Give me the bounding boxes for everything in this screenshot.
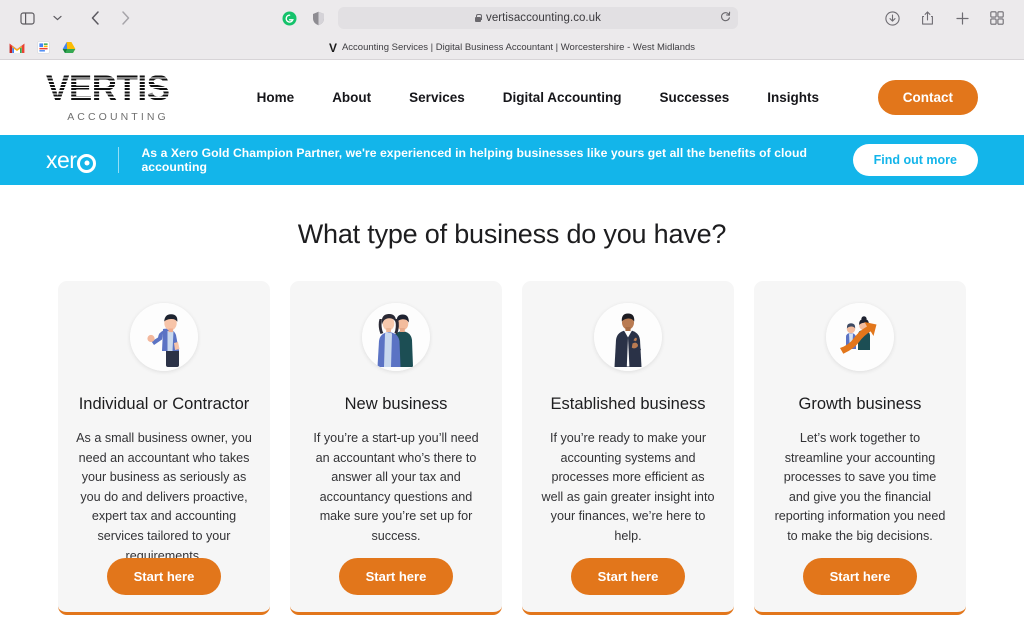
businessman-thumbsup-illustration [594,303,662,371]
find-out-more-button[interactable]: Find out more [852,144,978,176]
start-here-button[interactable]: Start here [338,558,454,595]
xero-partner-banner: xer As a Xero Gold Champion Partner, we'… [0,135,1024,185]
nav-item-about[interactable]: About [332,90,371,105]
site-favicon-icon: V [328,40,337,55]
url-text: vertisaccounting.co.uk [486,12,601,24]
browser-actions [879,6,1010,30]
bookmarks-bar: V Accounting Services | Digital Business… [0,36,1024,59]
logo-word-text: VERTIS [46,69,170,109]
card-title: New business [344,395,448,413]
forward-arrow-icon[interactable] [112,6,138,30]
nav-item-home[interactable]: Home [257,90,295,105]
grammarly-extension-icon[interactable] [280,8,300,28]
card-description: If you’re a start-up you’ll need an acco… [313,431,479,543]
card-title: Established business [550,395,706,413]
back-arrow-icon[interactable] [82,6,108,30]
start-here-button[interactable]: Start here [570,558,686,595]
nav-item-services[interactable]: Services [409,90,465,105]
url-bar[interactable]: vertisaccounting.co.uk [337,7,738,29]
reload-icon[interactable] [720,9,731,27]
logo-subtext: ACCOUNTING [67,110,169,123]
banner-divider [118,147,120,173]
nav-item-digital-accounting[interactable]: Digital Accounting [503,90,622,105]
start-here-button[interactable]: Start here [802,558,918,595]
card-established-business[interactable]: Established business If you’re ready to … [522,281,734,615]
business-type-cards: Individual or Contractor As a small busi… [0,250,1024,615]
xero-logo-text: xer [46,146,77,173]
card-new-business[interactable]: New business If you’re a start-up you’ll… [290,281,502,615]
page-title: What type of business do you have? [297,219,727,249]
card-title: Individual or Contractor [78,395,250,413]
nav-item-successes[interactable]: Successes [659,90,729,105]
nav-item-insights[interactable]: Insights [767,90,819,105]
card-title: Growth business [798,395,922,413]
main-navigation: Home About Services Digital Accounting S… [206,90,870,105]
card-individual-or-contractor[interactable]: Individual or Contractor As a small busi… [58,281,270,615]
banner-message: As a Xero Gold Champion Partner, we're e… [141,146,807,174]
url-display: vertisaccounting.co.uk [346,12,730,24]
card-description: Let’s work together to streamline your a… [774,431,946,543]
chevron-down-icon[interactable] [44,6,70,30]
card-description: If you’re ready to make your accounting … [541,431,715,543]
xero-logo-o-icon [77,153,97,173]
tab-overview-icon[interactable] [984,6,1010,30]
browser-address-area: vertisaccounting.co.uk [138,7,879,29]
card-growth-business[interactable]: Growth business Let’s work together to s… [754,281,966,615]
download-icon[interactable] [879,6,905,30]
site-header: VERTIS ACCOUNTING Home About Services Di… [0,60,1024,135]
site-logo[interactable]: VERTIS ACCOUNTING [46,69,186,123]
lock-icon [474,13,483,23]
browser-chrome: vertisaccounting.co.uk V Accounting Serv… [0,0,1024,60]
logo-wordmark: VERTIS [46,69,186,109]
privacy-shield-icon[interactable] [309,8,329,28]
man-waving-illustration [130,303,198,371]
plus-icon[interactable] [949,6,975,30]
start-here-button[interactable]: Start here [106,558,222,595]
main-content: What type of business do you have? Indiv… [0,185,1024,615]
growth-arrow-illustration [826,303,894,371]
browser-nav-controls [14,6,138,30]
card-description: As a small business owner, you need an a… [76,431,252,563]
sidebar-icon[interactable] [14,6,40,30]
xero-logo: xer [46,146,97,174]
tab-title-bar[interactable]: V Accounting Services | Digital Business… [0,42,1024,54]
tab-title-text: Accounting Services | Digital Business A… [341,42,696,53]
couple-illustration [362,303,430,371]
contact-button[interactable]: Contact [877,80,978,115]
browser-toolbar: vertisaccounting.co.uk [0,0,1024,36]
share-icon[interactable] [914,6,940,30]
